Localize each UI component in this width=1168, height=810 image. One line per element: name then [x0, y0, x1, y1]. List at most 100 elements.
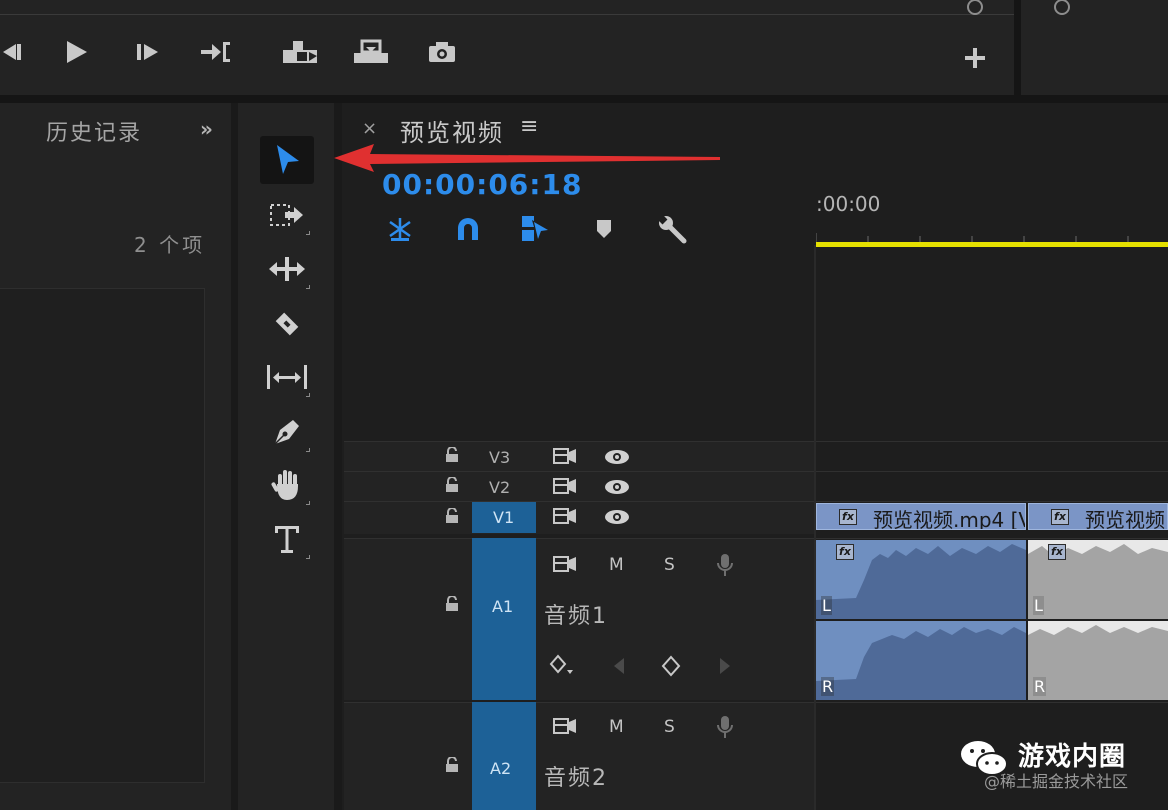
track-label-v3[interactable]: V3 — [489, 448, 510, 467]
step-back-button[interactable] — [0, 36, 24, 68]
hand-tool-button[interactable] — [260, 461, 314, 509]
microphone-icon[interactable] — [716, 714, 734, 740]
close-tab-icon[interactable]: × — [362, 118, 377, 139]
track-header-a2 — [344, 702, 814, 810]
insert-icon — [283, 41, 317, 63]
eye-icon[interactable] — [603, 449, 631, 465]
channel-label: L — [821, 596, 832, 615]
snap-button[interactable] — [450, 212, 486, 246]
eye-icon[interactable] — [603, 509, 631, 525]
history-tab[interactable]: 历史记录 — [46, 115, 142, 147]
play-button[interactable] — [60, 36, 92, 68]
keyframe-dropdown-icon[interactable] — [549, 654, 577, 676]
add-button[interactable] — [960, 42, 990, 74]
timeline-settings-button[interactable] — [654, 212, 690, 246]
track-lane-v3[interactable] — [816, 441, 1168, 471]
slip-icon — [267, 365, 307, 389]
audio-clip-right-channel[interactable]: R — [816, 621, 1026, 700]
lock-icon[interactable] — [444, 447, 460, 463]
ripple-edit-tool-button[interactable] — [260, 245, 314, 293]
export-frame-button[interactable] — [424, 36, 460, 68]
history-list[interactable] — [0, 288, 205, 783]
lock-icon[interactable] — [444, 757, 460, 773]
plus-icon — [965, 48, 985, 68]
video-clip[interactable]: fx 预览视频.mp4 [V — [816, 503, 1026, 530]
track-target-a1[interactable]: A1 — [472, 538, 536, 700]
selection-tool-button[interactable] — [260, 136, 314, 184]
insert-button[interactable] — [280, 36, 322, 68]
track-header-v2 — [344, 471, 814, 501]
track-lane-v2[interactable] — [816, 471, 1168, 501]
lock-icon[interactable] — [444, 508, 460, 524]
panel-menu-icon[interactable]: ≡ — [520, 114, 538, 139]
type-tool-button[interactable] — [260, 515, 314, 563]
track-select-tool-button[interactable] — [260, 191, 314, 239]
export-frame-camera-icon — [429, 42, 455, 62]
audio-track-name: 音频2 — [544, 766, 608, 791]
microphone-icon[interactable] — [716, 552, 734, 578]
ripple-edit-icon — [269, 257, 305, 281]
add-marker-button[interactable] — [586, 212, 622, 246]
panel-overflow-icon[interactable]: » — [200, 117, 213, 141]
program-monitor-panel — [0, 0, 1014, 95]
eye-icon[interactable] — [603, 479, 631, 495]
mute-button[interactable]: M — [609, 555, 624, 575]
track-label-v2[interactable]: V2 — [489, 478, 510, 497]
audio-clip-right-channel[interactable]: R — [1028, 621, 1168, 700]
work-area-bar[interactable] — [816, 242, 1168, 247]
selection-arrow-icon — [277, 145, 299, 174]
overwrite-button[interactable] — [350, 36, 392, 68]
track-header-v1 — [344, 501, 814, 534]
sync-lock-icon[interactable] — [552, 507, 578, 525]
sync-lock-icon[interactable] — [552, 447, 578, 465]
mute-button[interactable]: M — [609, 717, 624, 737]
watermark-subtitle: @稀土掘金技术社区 — [984, 772, 1129, 791]
sync-lock-icon[interactable] — [552, 555, 578, 573]
track-target-a2[interactable]: A2 — [472, 702, 536, 810]
channel-label: R — [1033, 677, 1047, 696]
nest-sequence-button[interactable] — [382, 212, 418, 246]
solo-button[interactable]: S — [664, 555, 675, 575]
pen-tool-button[interactable] — [260, 408, 314, 456]
fx-badge-icon: fx — [1051, 509, 1069, 525]
add-marker-icon — [597, 220, 611, 238]
slip-tool-button[interactable] — [260, 353, 314, 401]
nest-sequence-icon — [389, 218, 411, 241]
track-target-label: A2 — [490, 759, 512, 778]
panel-separator — [1014, 0, 1021, 95]
overwrite-icon — [354, 39, 388, 63]
sync-lock-icon[interactable] — [552, 717, 578, 735]
audio-clip-left-channel[interactable]: fx L — [816, 540, 1026, 619]
next-keyframe-icon[interactable] — [717, 656, 733, 676]
go-to-out-icon — [201, 42, 230, 62]
clip-name: 预览视频.mp4 [V — [873, 508, 1026, 530]
previous-keyframe-icon[interactable] — [611, 656, 627, 676]
go-to-out-button[interactable] — [197, 36, 233, 68]
step-forward-icon — [137, 44, 158, 60]
channel-label: R — [821, 677, 835, 696]
audio-clip-left-channel[interactable]: fx L — [1028, 540, 1168, 619]
track-select-forward-icon — [270, 204, 303, 226]
lock-icon[interactable] — [444, 477, 460, 493]
sync-lock-icon[interactable] — [552, 477, 578, 495]
video-clip[interactable]: fx 预览视频 — [1028, 503, 1168, 530]
razor-tool-button[interactable] — [260, 300, 314, 348]
lock-icon[interactable] — [444, 596, 460, 612]
track-target-v1[interactable]: V1 — [472, 502, 536, 533]
track-target-label: A1 — [492, 597, 514, 616]
type-icon — [275, 526, 299, 553]
linked-selection-button[interactable] — [518, 212, 554, 246]
razor-icon — [275, 312, 299, 336]
fx-badge-icon: fx — [1048, 544, 1066, 560]
fx-badge-icon: fx — [839, 509, 857, 525]
secondary-monitor-panel — [1021, 0, 1168, 95]
track-target-label: V1 — [493, 508, 515, 527]
secondary-ring-icon[interactable] — [1054, 0, 1070, 15]
solo-button[interactable]: S — [664, 717, 675, 737]
linked-selection-icon — [522, 216, 550, 241]
playhead-ring-icon[interactable] — [967, 0, 983, 15]
history-item-count: 2 个项 — [134, 233, 206, 257]
step-forward-button[interactable] — [132, 36, 164, 68]
tools-panel — [238, 103, 334, 810]
add-keyframe-icon[interactable] — [661, 655, 681, 677]
